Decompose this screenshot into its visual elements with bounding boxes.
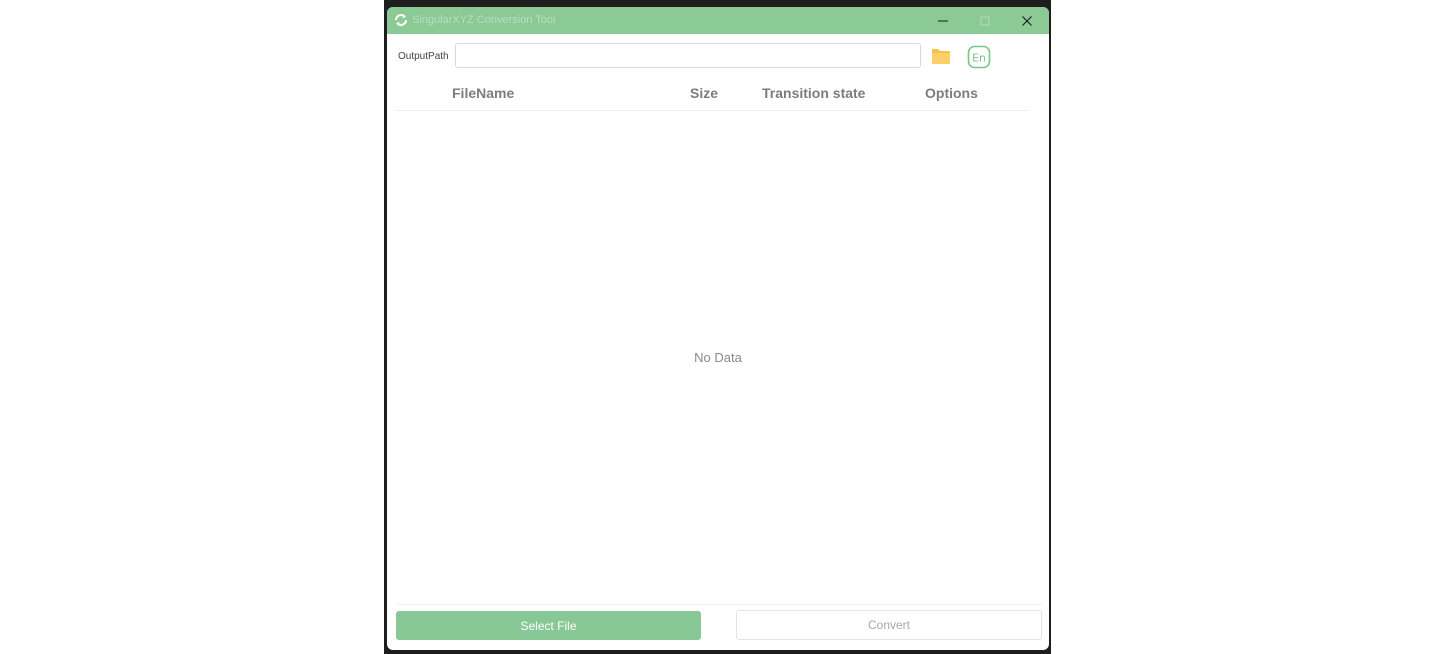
sync-arrows-icon: [395, 14, 407, 26]
language-toggle-button[interactable]: En: [967, 45, 991, 69]
app-window: SingularXYZ Conversion Tool OutputPath E…: [387, 7, 1049, 650]
maximize-button[interactable]: [964, 7, 1006, 34]
minimize-button[interactable]: [922, 7, 964, 34]
select-file-button[interactable]: Select File: [396, 611, 701, 640]
folder-icon: [932, 49, 950, 64]
table-header: FileName Size Transition state Options: [396, 77, 1028, 111]
output-path-label: OutputPath: [398, 51, 449, 62]
column-header-filename[interactable]: FileName: [452, 85, 514, 101]
language-label: En: [972, 52, 986, 65]
language-en-icon: En: [967, 45, 991, 69]
output-path-input[interactable]: [455, 43, 921, 68]
column-header-size[interactable]: Size: [690, 85, 718, 101]
column-header-transition-state[interactable]: Transition state: [762, 85, 865, 101]
empty-table-message: No Data: [694, 350, 742, 365]
footer-divider: [396, 604, 1042, 605]
desktop: SingularXYZ Conversion Tool OutputPath E…: [0, 0, 1436, 654]
column-header-options[interactable]: Options: [925, 85, 978, 101]
close-icon: [1022, 15, 1032, 26]
close-button[interactable]: [1006, 7, 1048, 34]
browse-folder-button[interactable]: [931, 47, 951, 65]
minimize-icon: [938, 20, 948, 21]
maximize-icon: [980, 16, 990, 25]
convert-button[interactable]: Convert: [736, 610, 1042, 640]
window-title: SingularXYZ Conversion Tool: [412, 14, 556, 26]
title-bar[interactable]: SingularXYZ Conversion Tool: [387, 7, 1049, 34]
